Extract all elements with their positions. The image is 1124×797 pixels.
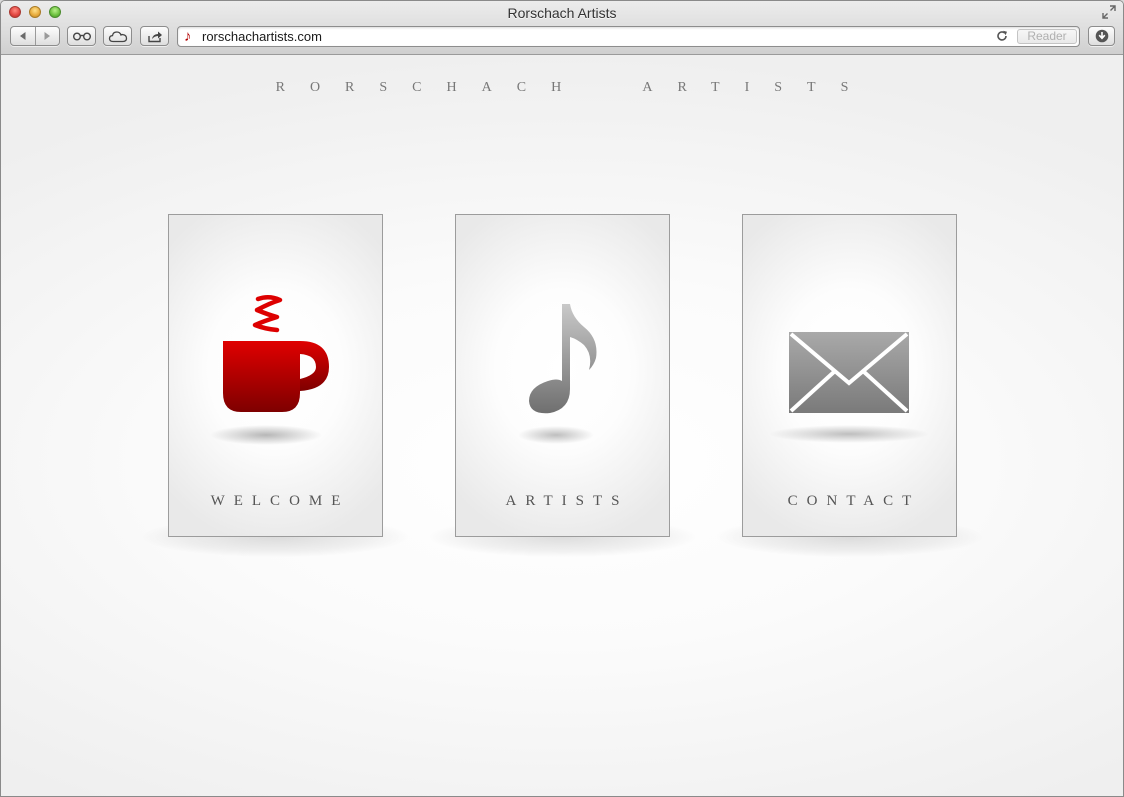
address-bar[interactable]: ♪ rorschachartists.com Reader (177, 26, 1080, 47)
contact-card[interactable]: CONTACT (742, 214, 957, 537)
share-arrow-icon (147, 31, 162, 42)
coffee-cup-icon (210, 295, 329, 445)
back-arrow-icon (19, 32, 26, 40)
welcome-label: WELCOME (210, 493, 350, 509)
site-title: RORSCHACH ARTISTS (275, 80, 874, 95)
artists-card[interactable]: ARTISTS (455, 214, 670, 537)
back-button[interactable] (11, 27, 35, 45)
browser-toolbar: Rorschach Artists ♪ rorschachartists.com… (1, 1, 1123, 55)
icloud-tabs-button[interactable] (103, 26, 132, 46)
artists-label: ARTISTS (505, 493, 629, 509)
browser-window: Rorschach Artists ♪ rorschachartists.com… (0, 0, 1124, 797)
url-text[interactable]: rorschachartists.com (202, 29, 322, 45)
site-favicon-music-note-icon: ♪ (184, 28, 192, 45)
downloads-button[interactable] (1088, 26, 1115, 46)
forward-arrow-icon (44, 32, 51, 40)
fullscreen-icon[interactable] (1101, 4, 1117, 20)
music-note-icon (518, 304, 597, 444)
window-title: Rorschach Artists (507, 5, 617, 21)
icloud-cloud-icon (108, 30, 127, 42)
share-button[interactable] (140, 26, 169, 46)
contact-label: CONTACT (787, 493, 921, 509)
forward-button[interactable] (34, 27, 60, 45)
reading-list-glasses-icon (72, 32, 91, 41)
web-page: RORSCHACH ARTISTS WELCOME ARTISTS CONTAC… (1, 55, 1123, 796)
welcome-card[interactable]: WELCOME (168, 214, 383, 537)
reader-button[interactable]: Reader (1017, 29, 1077, 44)
download-arrow-icon (1095, 29, 1108, 43)
reading-list-button[interactable] (67, 26, 96, 46)
back-forward-group (10, 26, 60, 46)
reload-icon[interactable] (995, 29, 1009, 43)
envelope-icon (769, 332, 929, 443)
